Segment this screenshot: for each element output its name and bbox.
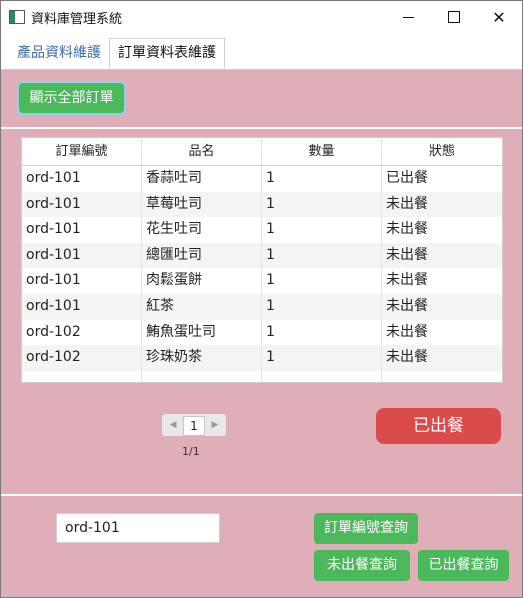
cell-status: 未出餐 — [386, 349, 428, 366]
table-row[interactable]: ord-101 紅茶 1 未出餐 — [22, 293, 502, 320]
cell-quantity: 1 — [262, 319, 382, 346]
cell-status: 未出餐 — [386, 272, 428, 289]
cell-quantity: 1 — [262, 191, 382, 218]
cell-order-id: ord-101 — [22, 268, 142, 294]
cell-quantity: 1 — [262, 166, 382, 192]
table-row[interactable]: ord-101 草莓吐司 1 未出餐 — [22, 191, 502, 218]
cell-quantity: 1 — [262, 242, 382, 269]
minimize-icon — [402, 16, 414, 18]
cell-item-name: 肉鬆蛋餅 — [142, 268, 262, 294]
table-row[interactable]: ord-102 珍珠奶茶 1 未出餐 — [22, 345, 502, 371]
maximize-button[interactable] — [431, 1, 477, 33]
tab-product-maintenance[interactable]: 產品資料維護 — [9, 39, 109, 68]
title-bar: 資料庫管理系統 ✕ — [1, 1, 522, 33]
cell-order-id: ord-101 — [22, 242, 142, 269]
order-id-search-input[interactable] — [56, 513, 220, 543]
page-count: 1/1 — [182, 445, 200, 458]
column-header-status[interactable]: 狀態 — [382, 138, 502, 165]
cell-order-id: ord-101 — [22, 293, 142, 320]
query-by-order-id-button[interactable]: 訂單編號查詢 — [314, 513, 418, 544]
cell-item-name: 草莓吐司 — [142, 191, 262, 218]
cell-order-id: ord-102 — [22, 345, 142, 371]
table-header: 訂單編號 品名 數量 狀態 — [22, 138, 502, 166]
tab-bar: 產品資料維護 訂單資料表維護 — [1, 33, 522, 70]
empty-cell — [22, 370, 142, 382]
close-button[interactable]: ✕ — [476, 1, 522, 33]
table-row[interactable]: ord-101 總匯吐司 1 未出餐 — [22, 242, 502, 269]
mark-served-button[interactable]: 已出餐 — [376, 408, 501, 444]
cell-status: 未出餐 — [386, 323, 428, 340]
top-divider — [1, 127, 522, 129]
column-header-item-name[interactable]: 品名 — [142, 138, 262, 165]
cell-order-id: ord-102 — [22, 319, 142, 346]
cell-status: 未出餐 — [386, 297, 428, 314]
empty-cell — [262, 370, 382, 382]
app-icon — [9, 10, 25, 24]
cell-item-name: 花生吐司 — [142, 217, 262, 243]
window-title: 資料庫管理系統 — [31, 12, 123, 27]
cell-order-id: ord-101 — [22, 166, 142, 192]
cell-order-id: ord-101 — [22, 217, 142, 243]
orders-table[interactable]: 訂單編號 品名 數量 狀態 ord-101 香蒜吐司 1 已出餐 ord-101… — [21, 137, 503, 383]
empty-cell — [382, 371, 502, 382]
show-all-orders-button[interactable]: 顯示全部訂單 — [19, 83, 124, 113]
cell-item-name: 鮪魚蛋吐司 — [142, 319, 262, 346]
maximize-icon — [448, 11, 460, 23]
cell-status: 未出餐 — [386, 221, 428, 238]
table-row[interactable]: ord-102 鮪魚蛋吐司 1 未出餐 — [22, 319, 502, 346]
cell-status: 未出餐 — [386, 246, 428, 263]
bottom-divider — [1, 494, 522, 496]
column-header-order-id[interactable]: 訂單編號 — [22, 138, 142, 165]
table-row[interactable]: ord-101 肉鬆蛋餅 1 未出餐 — [22, 268, 502, 294]
empty-cell — [142, 370, 262, 382]
column-header-quantity[interactable]: 數量 — [262, 138, 382, 165]
cell-quantity: 1 — [262, 217, 382, 243]
pagination: ◀ 1 ▶ — [162, 414, 226, 436]
query-served-button[interactable]: 已出餐查詢 — [418, 550, 509, 581]
table-row[interactable]: ord-101 花生吐司 1 未出餐 — [22, 217, 502, 243]
table-row[interactable]: ord-101 香蒜吐司 1 已出餐 — [22, 166, 502, 192]
cell-quantity: 1 — [262, 293, 382, 320]
cell-item-name: 珍珠奶茶 — [142, 345, 262, 371]
query-unserved-button[interactable]: 未出餐查詢 — [314, 550, 410, 581]
chevron-left-icon[interactable]: ◀ — [164, 414, 182, 436]
chevron-right-icon[interactable]: ▶ — [206, 414, 224, 436]
page-number-button[interactable]: 1 — [183, 416, 205, 436]
table-row-empty — [22, 370, 502, 382]
close-icon: ✕ — [492, 7, 506, 27]
order-panel: 顯示全部訂單 訂單編號 品名 數量 狀態 ord-101 香蒜吐司 1 已出餐 … — [1, 70, 522, 597]
cell-quantity: 1 — [262, 268, 382, 294]
cell-item-name: 香蒜吐司 — [142, 166, 262, 192]
tab-order-maintenance[interactable]: 訂單資料表維護 — [109, 38, 225, 69]
cell-order-id: ord-101 — [22, 191, 142, 218]
app-window: 資料庫管理系統 ✕ 產品資料維護 訂單資料表維護 顯示全部訂單 訂單編號 品名 … — [0, 0, 523, 598]
cell-status: 已出餐 — [386, 170, 428, 186]
minimize-button[interactable] — [385, 1, 431, 33]
cell-status: 未出餐 — [386, 195, 428, 212]
cell-quantity: 1 — [262, 345, 382, 371]
cell-item-name: 總匯吐司 — [142, 242, 262, 269]
table-body: ord-101 香蒜吐司 1 已出餐 ord-101 草莓吐司 1 未出餐 or… — [22, 166, 502, 382]
cell-item-name: 紅茶 — [142, 293, 262, 320]
